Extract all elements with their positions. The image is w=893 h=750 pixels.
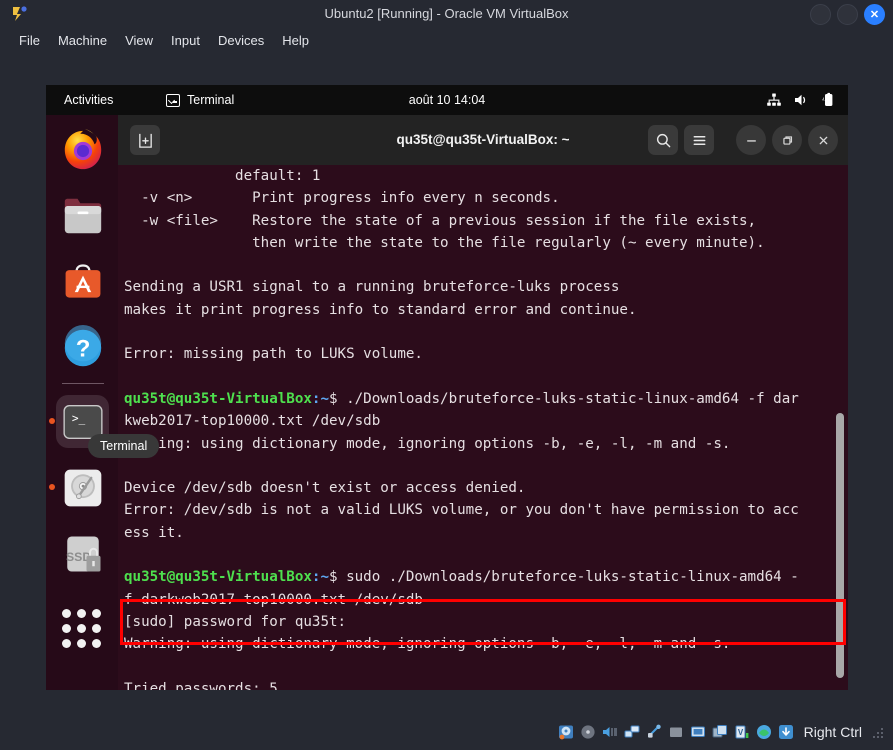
terminal-prompt-line: qu35t@qu35t-VirtualBox:~$ ./Downloads/br… <box>124 388 836 410</box>
terminal-headerbar: qu35t@qu35t-VirtualBox: ~ <box>118 115 848 165</box>
system-status-area[interactable] <box>766 85 836 115</box>
show-applications-button[interactable] <box>62 609 101 648</box>
prompt-command: ./Downloads/bruteforce-luks-static-linux… <box>337 390 799 407</box>
minimize-icon[interactable] <box>736 125 766 155</box>
resize-grip[interactable] <box>873 726 885 738</box>
dock-item-help[interactable]: ? <box>56 321 109 374</box>
dock-item-files[interactable] <box>56 189 109 242</box>
firefox-icon <box>64 128 101 169</box>
prompt-path: :~ <box>311 569 330 586</box>
hard-disk-icon <box>64 469 101 506</box>
prompt-symbol: $ <box>329 569 338 586</box>
terminal-output-line: ess it. <box>124 524 184 541</box>
close-button[interactable]: ✕ <box>864 4 885 25</box>
terminal-prompt-line: qu35t@qu35t-VirtualBox:~$ sudo ./Downloa… <box>124 566 836 588</box>
terminal-body[interactable]: default: 1 -v <n> Print progress info ev… <box>118 165 848 690</box>
dock-item-firefox[interactable] <box>56 123 109 176</box>
virtualbox-window-controls: ✕ <box>810 4 885 25</box>
terminal-output-line: kweb2017-top10000.txt /dev/sdb <box>124 413 381 430</box>
restore-icon[interactable] <box>772 125 802 155</box>
svg-text:V: V <box>738 728 744 737</box>
prompt-symbol: $ <box>329 390 338 407</box>
dock-item-encrypted-volume[interactable]: SSD <box>56 527 109 580</box>
gnome-top-bar: Activities Terminal août 10 14:04 <box>46 85 848 115</box>
terminal-output-line: makes it print progress info to standard… <box>124 301 637 318</box>
terminal-output-line: Error: /dev/sdb is not a valid LUKS volu… <box>124 502 799 519</box>
prompt-command: sudo ./Downloads/bruteforce-luks-static-… <box>337 569 799 586</box>
menu-help[interactable]: Help <box>273 30 318 51</box>
menu-machine[interactable]: Machine <box>49 30 116 51</box>
ubuntu-dock: ? >_ SSD <box>46 115 120 690</box>
running-indicator-disks <box>49 484 55 490</box>
window-capture-icon[interactable] <box>712 724 729 741</box>
network-icon[interactable] <box>624 724 641 741</box>
close-icon[interactable] <box>808 125 838 155</box>
terminal-output-line: Error: missing path to LUKS volume. <box>124 346 423 363</box>
files-folder-icon <box>64 198 101 233</box>
audio-icon[interactable] <box>602 724 619 741</box>
menu-file[interactable]: File <box>10 30 49 51</box>
terminal-output-line: default: 1 <box>124 168 321 184</box>
keyboard-icon[interactable] <box>778 724 795 741</box>
help-question-icon: ? <box>64 324 101 366</box>
terminal-output-line: Device /dev/sdb doesn't exist or access … <box>124 480 526 497</box>
network-wired-icon <box>766 92 782 108</box>
svg-text:?: ? <box>75 335 90 362</box>
terminal-output-line: Sending a USR1 signal to a running brute… <box>124 279 620 296</box>
video-capture-icon[interactable]: V <box>734 724 751 741</box>
shared-folder-icon[interactable] <box>668 724 685 741</box>
prompt-path: :~ <box>311 390 330 407</box>
terminal-output-line: Tried passwords: 5 <box>124 680 278 690</box>
hard-disk-icon[interactable] <box>558 724 575 741</box>
usb-icon[interactable] <box>646 724 663 741</box>
display-icon[interactable] <box>690 724 707 741</box>
host-key-label: Right Ctrl <box>803 724 862 740</box>
ubuntu-software-icon <box>65 263 100 298</box>
search-icon[interactable] <box>648 125 678 155</box>
terminal-output-line: then write the state to the file regular… <box>124 234 765 251</box>
minimize-button[interactable] <box>810 4 831 25</box>
prompt-user-host: qu35t@qu35t-VirtualBox <box>124 390 312 407</box>
hamburger-menu-icon[interactable] <box>684 125 714 155</box>
svg-text:>_: >_ <box>71 412 85 425</box>
clock[interactable]: août 10 14:04 <box>46 85 848 115</box>
virtualbox-menubar: File Machine View Input Devices Help <box>0 27 893 54</box>
virtualbox-titlebar: Ubuntu2 [Running] - Oracle VM VirtualBox… <box>0 0 893 27</box>
terminal-header-controls <box>648 125 838 155</box>
menu-devices[interactable]: Devices <box>209 30 273 51</box>
guest-screen: Activities Terminal août 10 14:04 ? >_ S… <box>46 85 848 690</box>
dock-separator <box>62 383 104 384</box>
dock-item-disks[interactable] <box>56 461 109 514</box>
highlight-sudo-command <box>120 599 846 645</box>
virtualbox-window-title: Ubuntu2 [Running] - Oracle VM VirtualBox <box>324 6 569 21</box>
running-indicator-terminal <box>49 418 55 424</box>
terminal-output-line: -w <file> Restore the state of a previou… <box>124 212 757 229</box>
maximize-button[interactable] <box>837 4 858 25</box>
mouse-integration-icon[interactable] <box>756 724 773 741</box>
new-tab-icon[interactable] <box>130 125 160 155</box>
dock-item-ubuntu-software[interactable] <box>56 255 109 308</box>
optical-disk-icon[interactable] <box>580 724 597 741</box>
menu-view[interactable]: View <box>116 30 162 51</box>
dock-tooltip: Terminal <box>88 434 160 458</box>
virtualbox-window: Ubuntu2 [Running] - Oracle VM VirtualBox… <box>0 0 893 750</box>
menu-input[interactable]: Input <box>162 30 209 51</box>
battery-icon <box>820 92 836 108</box>
volume-icon <box>793 92 809 108</box>
app-grid-icon <box>62 609 71 618</box>
virtualbox-statusbar: V Right Ctrl <box>0 714 893 750</box>
terminal-window: qu35t@qu35t-VirtualBox: ~ default: 1 -v … <box>118 115 848 690</box>
terminal-output-line: -v <n> Print progress info every n secon… <box>124 190 560 207</box>
terminal-output-line: Warning: using dictionary mode, ignoring… <box>124 435 731 452</box>
prompt-user-host: qu35t@qu35t-VirtualBox <box>124 569 312 586</box>
ssd-lock-icon: SSD <box>66 536 100 571</box>
